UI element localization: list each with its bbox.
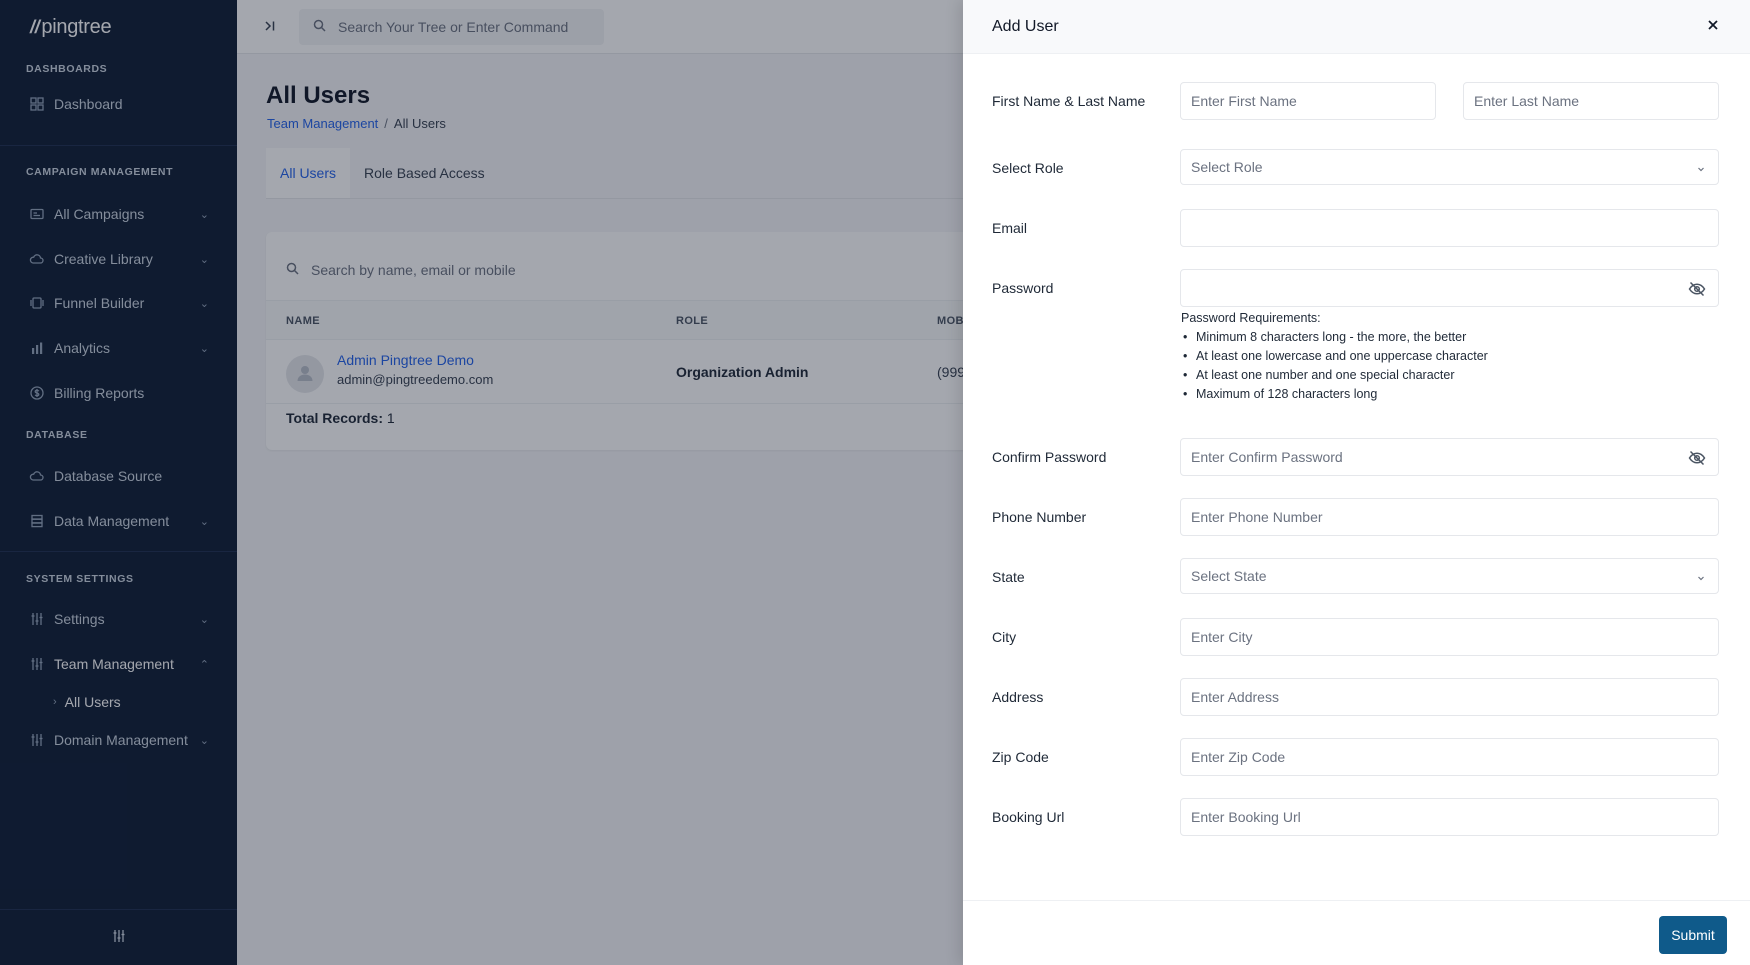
confirm-password-label: Confirm Password <box>992 449 1107 465</box>
requirement-item: At least one number and one special char… <box>1181 366 1488 385</box>
zip-label: Zip Code <box>992 749 1049 765</box>
first-name-input[interactable]: Enter First Name <box>1180 82 1436 120</box>
city-label: City <box>992 629 1017 645</box>
confirm-password-input[interactable]: Enter Confirm Password <box>1180 438 1719 476</box>
requirement-item: Minimum 8 characters long - the more, th… <box>1181 328 1488 347</box>
phone-placeholder: Enter Phone Number <box>1191 509 1323 525</box>
password-input[interactable] <box>1180 269 1719 307</box>
eye-off-icon[interactable] <box>1688 450 1706 469</box>
state-select-value: Select State <box>1191 568 1267 584</box>
name-label: First Name & Last Name <box>992 93 1146 109</box>
state-select[interactable]: Select State <box>1180 558 1719 594</box>
phone-label: Phone Number <box>992 509 1087 525</box>
chevron-down-icon <box>1696 161 1706 177</box>
email-label: Email <box>992 220 1028 236</box>
drawer-header: Add User <box>963 0 1750 54</box>
booking-url-placeholder: Enter Booking Url <box>1191 809 1301 825</box>
role-select-value: Select Role <box>1191 159 1263 175</box>
requirement-item: Maximum of 128 characters long <box>1181 385 1488 404</box>
phone-input[interactable]: Enter Phone Number <box>1180 498 1719 536</box>
submit-button[interactable]: Submit <box>1659 916 1727 954</box>
close-icon[interactable] <box>1706 18 1722 34</box>
password-requirements-title: Password Requirements: <box>1181 311 1321 325</box>
zip-placeholder: Enter Zip Code <box>1191 749 1286 765</box>
last-name-input[interactable]: Enter Last Name <box>1463 82 1719 120</box>
chevron-down-icon <box>1696 570 1706 586</box>
add-user-drawer: Add User First Name & Last Name Enter Fi… <box>963 0 1750 965</box>
drawer-footer-divider <box>963 900 1750 901</box>
first-name-placeholder: Enter First Name <box>1191 93 1297 109</box>
last-name-placeholder: Enter Last Name <box>1474 93 1580 109</box>
booking-url-input[interactable]: Enter Booking Url <box>1180 798 1719 836</box>
state-label: State <box>992 569 1025 585</box>
address-label: Address <box>992 689 1044 705</box>
city-placeholder: Enter City <box>1191 629 1253 645</box>
drawer-title: Add User <box>992 18 1059 35</box>
booking-url-label: Booking Url <box>992 809 1065 825</box>
role-select[interactable]: Select Role <box>1180 149 1719 185</box>
role-label: Select Role <box>992 160 1064 176</box>
city-input[interactable]: Enter City <box>1180 618 1719 656</box>
password-requirements-list: Minimum 8 characters long - the more, th… <box>1181 328 1488 404</box>
password-requirements: Password Requirements: Minimum 8 charact… <box>1181 309 1488 404</box>
eye-off-icon[interactable] <box>1688 281 1706 300</box>
requirement-item: At least one lowercase and one uppercase… <box>1181 347 1488 366</box>
email-input[interactable] <box>1180 209 1719 247</box>
address-placeholder: Enter Address <box>1191 689 1279 705</box>
confirm-password-placeholder: Enter Confirm Password <box>1191 449 1343 465</box>
password-label: Password <box>992 280 1054 296</box>
address-input[interactable]: Enter Address <box>1180 678 1719 716</box>
zip-input[interactable]: Enter Zip Code <box>1180 738 1719 776</box>
